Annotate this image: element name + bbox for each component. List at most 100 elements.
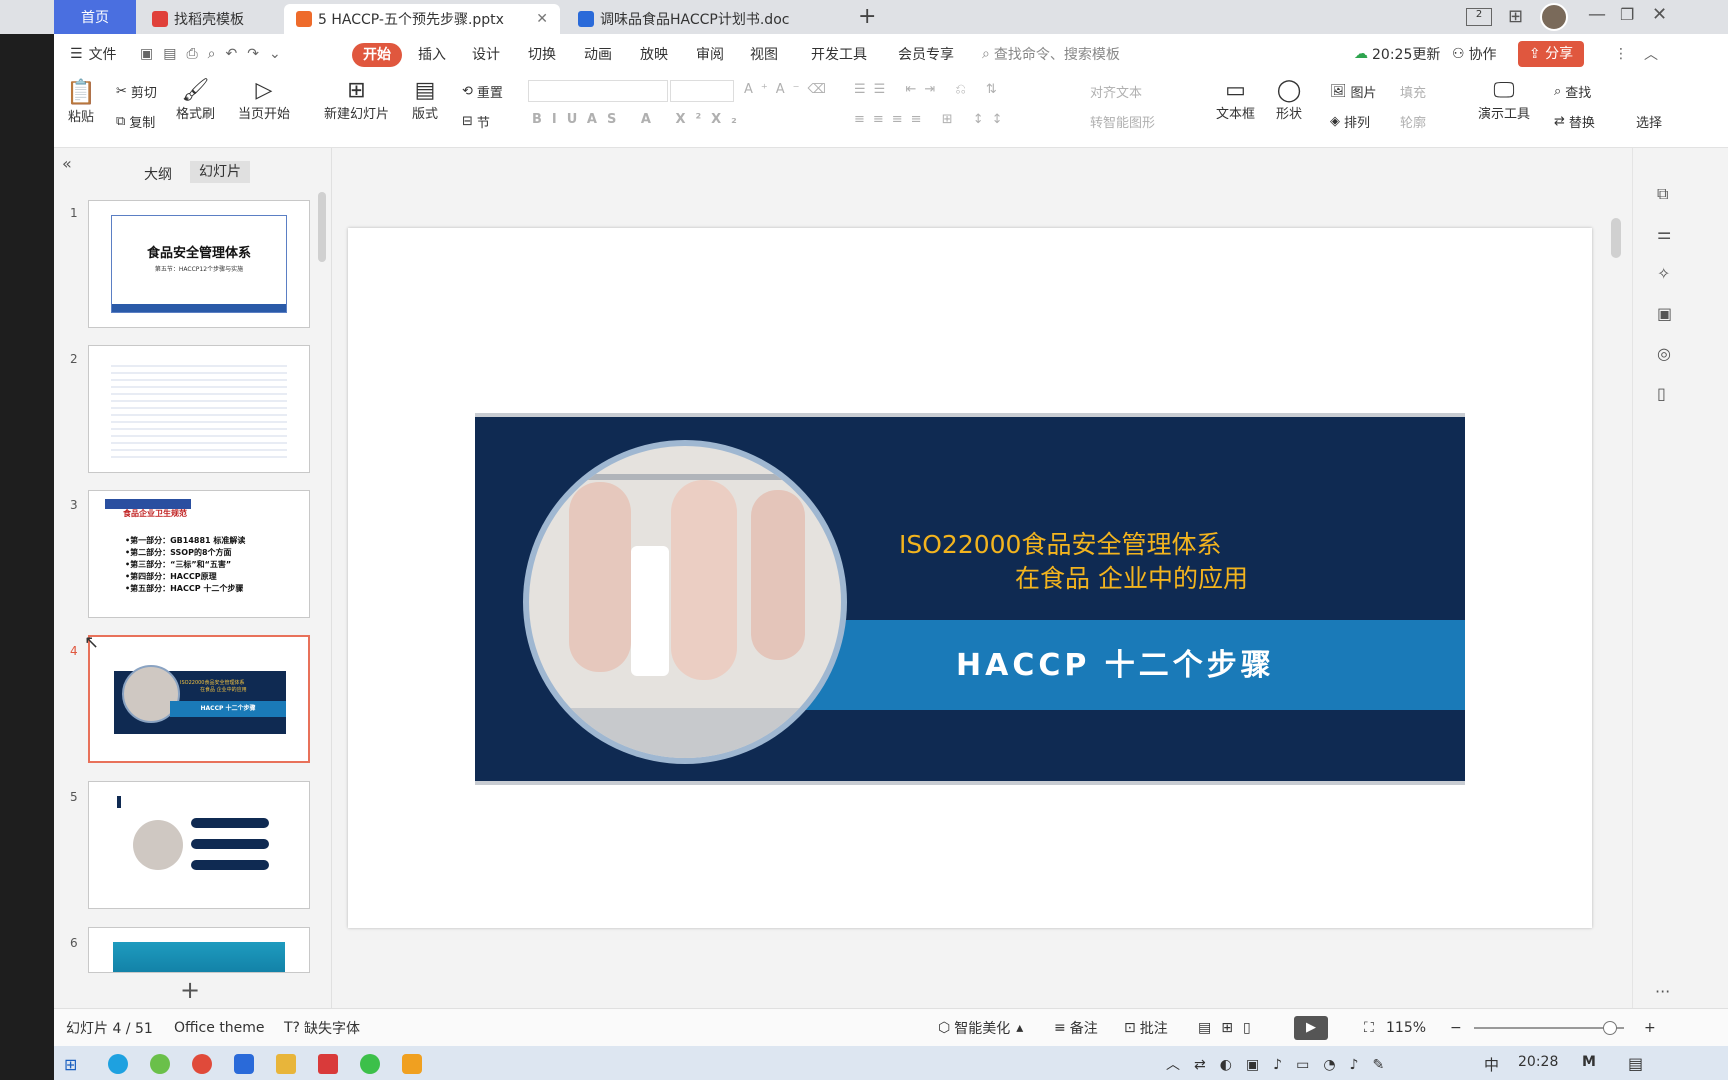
zoom-in-icon[interactable]: +	[1644, 1009, 1656, 1047]
tab-design[interactable]: 设计	[472, 34, 500, 74]
shape-button[interactable]: ◯ 形状	[1276, 78, 1302, 122]
collapse-panel-icon[interactable]: «	[62, 154, 72, 173]
ime-indicator[interactable]: 中	[1484, 1054, 1499, 1075]
align-text-button[interactable]: 对齐文本	[1090, 82, 1142, 101]
collapse-ribbon-icon[interactable]: ︿	[1644, 34, 1658, 74]
add-slide-icon[interactable]: +	[180, 976, 200, 1004]
layout-button[interactable]: ▤ 版式	[412, 78, 438, 122]
file-menu[interactable]: ☰ 文件	[70, 34, 117, 74]
avatar[interactable]	[1540, 3, 1568, 31]
beautify-button[interactable]: ⬡ 智能美化 ▴	[938, 1009, 1023, 1047]
slide-thumbnail-1[interactable]: 食品安全管理体系 第五节：HACCP12个步骤与实施	[88, 200, 310, 328]
picture-button[interactable]: 🖼 图片	[1330, 82, 1377, 101]
list-icons[interactable]: ☰☰ ⇤⇥ ⎌ ⇅	[854, 82, 1005, 97]
command-search[interactable]: ⌕ 查找命令、搜索模板	[982, 34, 1120, 74]
tab-slideshow[interactable]: 放映	[640, 34, 668, 74]
slides-tab[interactable]: 幻灯片	[190, 161, 250, 183]
reset-button[interactable]: ⟲ 重置	[462, 82, 503, 101]
notes-button[interactable]: ≡ 备注	[1054, 1009, 1098, 1047]
tab-animation[interactable]: 动画	[584, 34, 612, 74]
window-layout-icon[interactable]: 2	[1466, 8, 1492, 26]
restore-icon[interactable]: ❐	[1620, 5, 1634, 24]
slide-thumbnail-3[interactable]: 食品企业卫生规范 •第一部分：GB14881 标准解读 •第二部分：SSOP的8…	[88, 490, 310, 618]
quick-access-icons[interactable]: ▣▤⎙⌕↶↷⌄	[140, 34, 291, 74]
play-slideshow-button[interactable]: ▶	[1294, 1016, 1328, 1040]
align-icons[interactable]: ≡≡≡≡ ⊞ ↕↕	[854, 112, 1011, 127]
more-icon[interactable]: ⋮	[1614, 34, 1628, 74]
missing-font-button[interactable]: T? 缺失字体	[284, 1009, 360, 1047]
slide-title-line1[interactable]: ISO22000食品安全管理体系	[899, 525, 1221, 561]
close-icon[interactable]: ✕	[536, 11, 548, 27]
slide-photo-ring[interactable]	[523, 440, 847, 764]
tab-insert[interactable]: 插入	[418, 34, 446, 74]
minimize-icon[interactable]: —	[1588, 4, 1606, 25]
slide-thumbnail-4-selected[interactable]: ISO22000食品安全管理体系 在食品 企业中的应用 HACCP 十二个步骤	[88, 635, 310, 763]
outline-button[interactable]: 轮廓	[1400, 112, 1426, 131]
notification-icon[interactable]: ▤	[1628, 1054, 1643, 1073]
smartart-button[interactable]: 转智能图形	[1090, 112, 1155, 131]
format-painter-button[interactable]: 🖌 格式刷	[176, 78, 215, 122]
new-slide-button[interactable]: ⊞ 新建幻灯片	[324, 78, 389, 122]
tray-logo-icon[interactable]: M	[1582, 1054, 1596, 1070]
tab-member[interactable]: 会员专享	[898, 34, 954, 74]
replace-button[interactable]: ⇄ 替换	[1554, 112, 1595, 131]
shape-format-icon[interactable]: ◎	[1657, 344, 1671, 363]
tab-pptx[interactable]: 5 HACCP-五个预先步骤.pptx ✕	[284, 4, 560, 34]
tab-view[interactable]: 视图	[750, 34, 778, 74]
folder-icon[interactable]	[276, 1054, 296, 1074]
tab-switch[interactable]: 切换	[528, 34, 556, 74]
section-button[interactable]: ⊟ 节	[462, 112, 490, 131]
fit-window-icon[interactable]: ⛶	[1364, 1009, 1374, 1047]
animation-icon[interactable]: ✧	[1657, 264, 1670, 283]
find-button[interactable]: ⌕ 查找	[1554, 82, 1591, 101]
slide-thumbnail-2[interactable]	[88, 345, 310, 473]
more-icon[interactable]: ···	[1655, 982, 1670, 1001]
chrome-icon[interactable]	[192, 1054, 212, 1074]
tab-doc[interactable]: 调味品食品HACCP计划书.doc	[566, 4, 844, 34]
browser-icon[interactable]	[150, 1054, 170, 1074]
share-button[interactable]: ⇪ 分享	[1518, 41, 1584, 67]
copy-button[interactable]: ⧉ 复制	[116, 112, 155, 131]
outline-tab[interactable]: 大纲	[144, 164, 172, 184]
tab-home[interactable]: 首页	[54, 0, 136, 34]
design-icon[interactable]: ▣	[1657, 304, 1672, 323]
slide-banner-text[interactable]: HACCP 十二个步骤	[956, 640, 1316, 684]
wechat-icon[interactable]	[360, 1054, 380, 1074]
windows-start-icon[interactable]: ⊞	[64, 1055, 77, 1074]
zoom-level[interactable]: 115%	[1386, 1009, 1426, 1047]
clock[interactable]: 20:28	[1518, 1054, 1558, 1070]
font-size-select[interactable]	[670, 80, 734, 102]
presentation-tools-button[interactable]: 🖵 演示工具	[1478, 78, 1530, 122]
sync-status[interactable]: ☁ 20:25更新	[1354, 34, 1440, 74]
canvas-scrollbar[interactable]	[1611, 218, 1621, 258]
window-close-icon[interactable]: ✕	[1652, 4, 1667, 25]
font-name-select[interactable]	[528, 80, 668, 102]
select-button[interactable]: 选择	[1636, 112, 1662, 131]
view-mode-icons[interactable]: ▤⊞▯	[1198, 1009, 1261, 1047]
slide-title-line2[interactable]: 在食品 企业中的应用	[1015, 559, 1248, 595]
arrange-button[interactable]: ◈ 排列	[1330, 112, 1370, 131]
app-icon[interactable]	[234, 1054, 254, 1074]
paste-button[interactable]: 📋 粘贴	[66, 78, 96, 125]
panel-scrollbar[interactable]	[318, 192, 326, 262]
tab-developer[interactable]: 开发工具	[811, 34, 867, 74]
tray-icons[interactable]: ︿⇄◐▣♪▭◔♪✎	[1166, 1054, 1398, 1074]
fill-button[interactable]: 填充	[1400, 82, 1426, 101]
new-tab-icon[interactable]: +	[858, 4, 876, 29]
app-icon-2[interactable]	[402, 1054, 422, 1074]
zoom-slider-thumb[interactable]	[1603, 1021, 1617, 1035]
font-grow-shrink-icons[interactable]: A⁺A⁻⌫	[744, 82, 834, 97]
book-icon[interactable]: ▯	[1657, 384, 1666, 403]
font-style-icons[interactable]: BIUAS A X²X₂	[532, 112, 747, 127]
collab-button[interactable]: ⚇ 协作	[1452, 34, 1497, 74]
tab-review[interactable]: 审阅	[696, 34, 724, 74]
play-from-current-button[interactable]: ▷ 当页开始	[238, 78, 290, 122]
edge-icon[interactable]	[108, 1054, 128, 1074]
slide-thumbnail-6[interactable]	[88, 927, 310, 973]
comment-button[interactable]: ⊡ 批注	[1124, 1009, 1168, 1047]
zoom-slider-track[interactable]	[1474, 1027, 1624, 1029]
tab-start[interactable]: 开始	[352, 43, 402, 67]
slide-switch-icon[interactable]: ⧉	[1657, 184, 1668, 204]
cut-button[interactable]: ✂ 剪切	[116, 82, 157, 101]
grid-icon[interactable]: ⊞	[1508, 6, 1523, 27]
